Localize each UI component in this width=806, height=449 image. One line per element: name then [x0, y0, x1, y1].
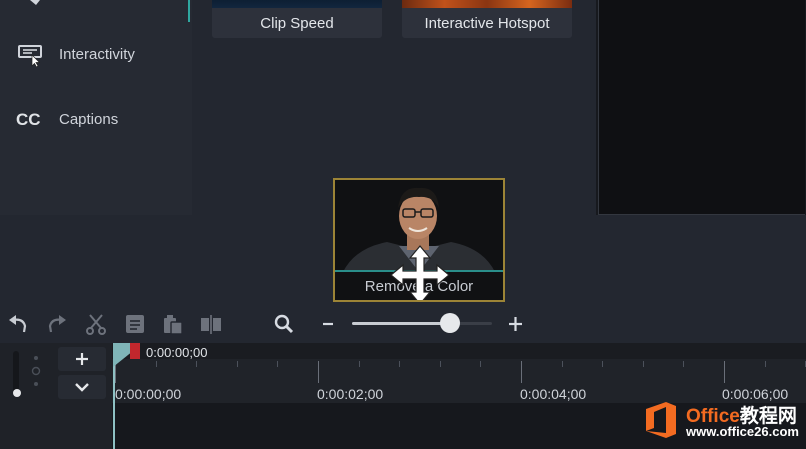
undo-icon[interactable] — [7, 313, 31, 335]
collapse-tracks-button[interactable] — [58, 375, 106, 399]
sidebar-item-captions[interactable]: CC Captions — [0, 100, 190, 140]
paste-icon[interactable] — [161, 313, 185, 335]
effect-thumbnail — [402, 0, 572, 8]
effect-tile-clip-speed[interactable]: Clip Speed — [212, 0, 382, 38]
ruler-tick — [359, 361, 360, 367]
ruler-tick — [480, 361, 481, 367]
ruler-tick — [196, 361, 197, 367]
ruler-label: 0:00:04;00 — [520, 386, 587, 402]
watermark-url: www.office26.com — [686, 424, 799, 439]
plus-icon — [76, 353, 88, 365]
ruler-label: 0:00:02;00 — [317, 386, 384, 402]
add-track-button[interactable] — [58, 347, 106, 371]
playhead-marker[interactable] — [130, 343, 140, 359]
zoom-out-icon[interactable] — [318, 313, 342, 335]
zoom-slider-fill — [352, 322, 450, 325]
ruler-tick — [399, 361, 400, 367]
ruler-tick — [602, 361, 603, 367]
playhead-time-label: 0:00:00;00 — [146, 345, 208, 360]
sidebar-item-label: Captions — [59, 111, 119, 128]
ruler-tick — [643, 361, 644, 367]
effect-tile-label: Interactive Hotspot — [424, 15, 550, 32]
ruler-tick — [237, 361, 238, 367]
ruler-tick — [724, 361, 725, 383]
track-height-slider[interactable] — [8, 351, 48, 401]
ruler-tick — [683, 361, 684, 367]
effect-tile-label: Clip Speed — [260, 15, 334, 32]
ruler-tick — [562, 361, 563, 367]
ruler-tick — [440, 361, 441, 367]
redo-icon[interactable] — [44, 313, 68, 335]
ruler-tick — [765, 361, 766, 367]
effect-thumbnail — [212, 0, 382, 8]
cut-icon[interactable] — [84, 313, 108, 335]
interactivity-icon — [16, 43, 46, 68]
effect-tile-interactive-hotspot[interactable]: Interactive Hotspot — [402, 0, 572, 38]
arrow-icon — [30, 0, 40, 5]
office-logo-icon — [646, 402, 676, 438]
zoom-icon[interactable] — [273, 313, 297, 335]
cc-icon: CC — [16, 110, 41, 129]
playhead-bar[interactable] — [112, 343, 806, 359]
sidebar-item-interactivity[interactable]: Interactivity — [0, 35, 190, 75]
ruler-tick — [277, 361, 278, 367]
chevron-down-icon — [75, 383, 89, 392]
split-icon[interactable] — [199, 313, 223, 335]
watermark: Office教程网 www.office26.com — [638, 396, 806, 444]
move-icon — [390, 245, 450, 300]
ruler-tick — [521, 361, 522, 383]
ruler-label: 0:00:00;00 — [115, 386, 182, 402]
selected-tool-indicator — [188, 0, 190, 22]
copy-icon[interactable] — [123, 313, 147, 335]
zoom-in-icon[interactable] — [504, 313, 528, 335]
dragged-effect-tile[interactable]: Remove a Color — [333, 178, 505, 302]
zoom-slider-handle[interactable] — [440, 313, 460, 333]
ruler-tick — [318, 361, 319, 383]
sidebar-item-label: Interactivity — [59, 46, 135, 63]
previous-tool-item[interactable] — [0, 0, 60, 14]
preview-canvas[interactable] — [598, 0, 805, 215]
left-tool-sidebar: Interactivity CC Captions — [0, 0, 192, 215]
ruler-tick — [156, 361, 157, 367]
